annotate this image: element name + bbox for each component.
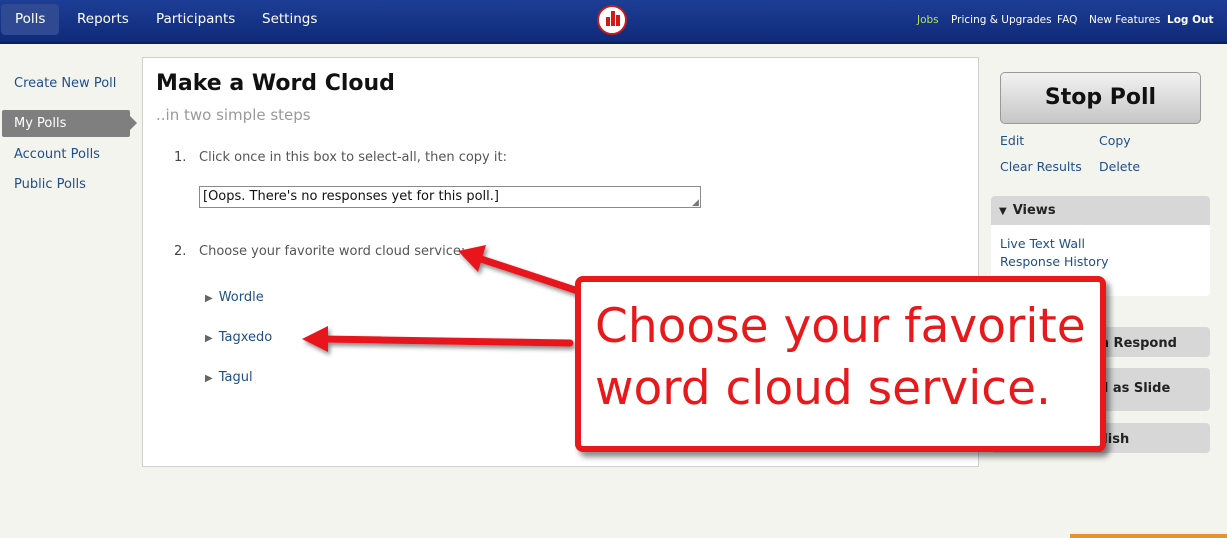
service-label: Tagul: [218, 370, 253, 385]
faq-link[interactable]: FAQ: [1057, 14, 1077, 26]
jobs-link[interactable]: Jobs: [917, 14, 939, 26]
views-header[interactable]: ▼ Views: [991, 196, 1210, 225]
resize-grip-icon[interactable]: ◢: [692, 198, 699, 208]
delete-link[interactable]: Delete: [1099, 159, 1140, 174]
live-text-wall-link[interactable]: Live Text Wall: [1000, 236, 1085, 251]
nav-tab-reports[interactable]: Reports: [63, 4, 143, 35]
callout-text: Choose your favorite word cloud service.: [595, 299, 1086, 416]
stop-poll-button[interactable]: Stop Poll: [1000, 72, 1201, 124]
step-2-text: Choose your favorite word cloud service:: [199, 244, 466, 259]
clear-results-link[interactable]: Clear Results: [1000, 159, 1082, 174]
views-header-label: Views: [1012, 203, 1056, 218]
annotation-callout: Choose your favorite word cloud service.: [575, 276, 1106, 452]
top-navigation-bar: Polls Reports Participants Settings Jobs…: [0, 0, 1227, 44]
logo-icon[interactable]: [597, 5, 627, 35]
step-1-text: Click once in this box to select-all, th…: [199, 150, 507, 165]
page-subtitle: ..in two simple steps: [156, 106, 311, 124]
triangle-right-icon: ▶: [205, 293, 213, 304]
triangle-down-icon: ▼: [999, 206, 1007, 217]
pricing-link[interactable]: Pricing & Upgrades: [951, 14, 1052, 26]
new-features-link[interactable]: New Features: [1089, 14, 1160, 26]
service-label: Wordle: [218, 290, 264, 305]
nav-tab-polls[interactable]: Polls: [1, 4, 60, 35]
logout-link[interactable]: Log Out: [1167, 14, 1214, 26]
service-wordle[interactable]: ▶ Wordle: [205, 290, 264, 305]
sidebar-item-public-polls[interactable]: Public Polls: [14, 177, 86, 192]
service-tagul[interactable]: ▶ Tagul: [205, 370, 253, 385]
nav-tab-settings[interactable]: Settings: [248, 4, 331, 35]
feedback-tab[interactable]: [1070, 534, 1227, 538]
step-1-number: 1.: [174, 150, 187, 165]
triangle-right-icon: ▶: [205, 333, 213, 344]
triangle-right-icon: ▶: [205, 373, 213, 384]
page-title: Make a Word Cloud: [156, 71, 395, 96]
service-tagxedo[interactable]: ▶ Tagxedo: [205, 330, 272, 345]
copy-responses-textbox[interactable]: [Oops. There's no responses yet for this…: [199, 186, 701, 208]
box-label: d as Slide: [1099, 381, 1171, 396]
sidebar-item-my-polls[interactable]: My Polls: [2, 110, 137, 137]
step-2-number: 2.: [174, 244, 187, 259]
nav-tab-participants[interactable]: Participants: [142, 4, 249, 35]
edit-link[interactable]: Edit: [1000, 133, 1024, 148]
sidebar-item-account-polls[interactable]: Account Polls: [14, 147, 100, 162]
copy-link[interactable]: Copy: [1099, 133, 1131, 148]
service-label: Tagxedo: [218, 330, 273, 345]
sidebar-item-create-new-poll[interactable]: Create New Poll: [14, 76, 116, 91]
response-history-link[interactable]: Response History: [1000, 254, 1108, 269]
sidebar-item-label: My Polls: [14, 116, 67, 131]
